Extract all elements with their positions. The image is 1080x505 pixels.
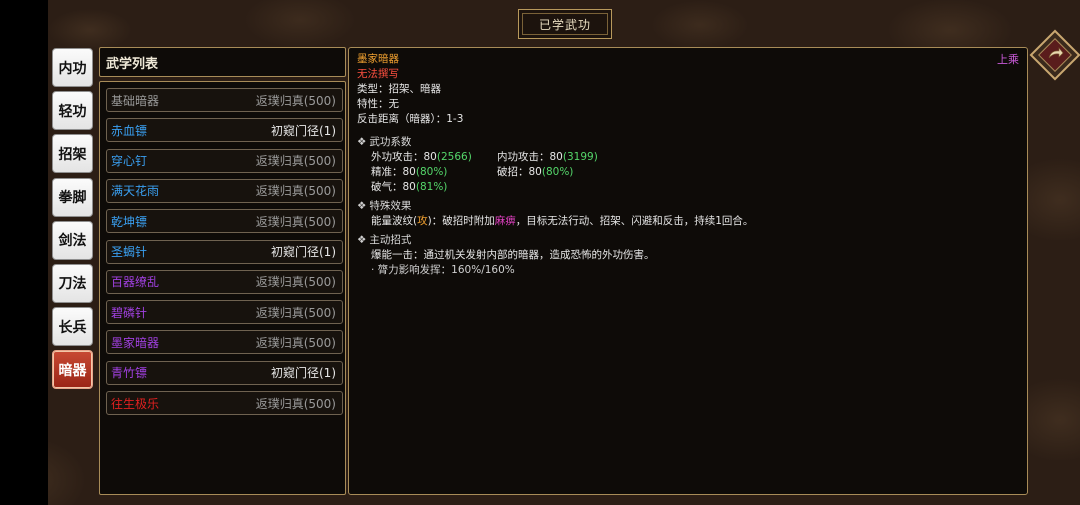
skill-list-title: 武学列表 [106,56,159,72]
skill-name: 满天花雨 [111,184,160,199]
active-description: 爆能一击：通过机关发射内部的暗器，造成恐怖的外功伤害。 [371,249,655,261]
skill-level: 初窥门径(1) [271,123,336,138]
skill-level: 初窥门径(1) [271,245,336,259]
skill-list-header: 武学列表 [99,47,346,77]
tab-6[interactable]: 长兵 [52,307,93,347]
skill-name: 基础暗器 [111,93,160,108]
skill-row[interactable]: 乾坤镖 返璞归真(500) [106,209,343,234]
skill-row[interactable]: 百器缭乱 返璞归真(500) [106,269,343,294]
skill-detail-panel: 上乘 墨家暗器 无法撰写 类型：招架、暗器 特性：无 反击距离（暗器）：1-3 … [348,47,1028,495]
coef-item: 内功攻击：80(3199) [497,151,598,163]
diamond-icon: ❖ [357,136,367,148]
skill-trait: 特性：无 [357,98,399,110]
skill-level: 初窥门径(1) [271,366,336,381]
skill-row[interactable]: 赤血镖 初窥门径(1) [106,118,343,143]
window-title-text: 已学武功 [538,17,591,32]
tab-1[interactable]: 轻功 [52,91,93,131]
skill-row[interactable]: 墨家暗器 返璞归真(500) [106,330,343,355]
tab-2[interactable]: 招架 [52,134,93,174]
left-edge [0,0,48,505]
skill-row[interactable]: 往生极乐 返璞归真(500) [106,391,343,415]
skill-name: 青竹镖 [111,366,148,381]
skill-note: 无法撰写 [357,68,399,80]
tab-0[interactable]: 内功 [52,48,93,87]
grade-label[interactable]: 上乘 [997,52,1019,67]
diamond-icon: ❖ [357,234,367,246]
active-title: 主动招式 [369,234,412,246]
skill-name: 圣蝎针 [111,245,148,259]
skill-level: 返璞归真(500) [255,335,336,350]
skill-name: 墨家暗器 [357,53,399,65]
coef-item: 破气：80(81%) [371,181,448,193]
special-title: 特殊效果 [369,200,412,212]
skill-name: 乾坤镖 [111,214,148,229]
diamond-icon: ❖ [357,200,367,212]
skill-name: 往生极乐 [111,396,160,411]
coef-item: 破招：80(80%) [497,166,574,178]
skill-row[interactable]: 穿心钉 返璞归真(500) [106,148,343,173]
tab-7[interactable]: 暗器 [52,350,93,390]
skill-name: 墨家暗器 [111,335,160,350]
coef-item: 外功攻击：80(2566) [371,151,472,163]
skill-level: 返璞归真(500) [255,305,336,320]
active-section: ❖ 主动招式 [357,233,1019,248]
tab-3[interactable]: 拳脚 [52,177,93,217]
skill-level: 返璞归真(500) [255,214,336,229]
return-arrow-icon[interactable] [1041,41,1069,69]
tab-4[interactable]: 剑法 [52,220,93,260]
skill-row[interactable]: 满天花雨 返璞归真(500) [106,178,343,203]
coef-grid: 外功攻击：80(2566) 内功攻击：80(3199) 精准：80(80%) 破… [357,150,1019,195]
skill-level: 返璞归真(500) [255,93,336,108]
skill-name: 碧磷针 [111,305,148,320]
skill-name: 穿心钉 [111,154,148,169]
skill-level: 返璞归真(500) [255,396,336,411]
active-scaling: · 膂力影响发挥：160%/160% [371,264,515,276]
skill-row[interactable]: 圣蝎针 初窥门径(1) [106,239,343,264]
skill-type: 类型：招架、暗器 [357,83,441,95]
skill-level: 返璞归真(500) [255,154,336,169]
skill-level: 返璞归真(500) [255,184,336,199]
special-section: ❖ 特殊效果 [357,199,1019,214]
skill-name: 赤血镖 [111,123,148,138]
coef-item: 精准：80(80%) [371,166,448,178]
skill-level: 返璞归真(500) [255,275,336,290]
skill-row[interactable]: 碧磷针 返璞归真(500) [106,300,343,325]
skill-name: 百器缭乱 [111,275,160,290]
category-tabs: 内功轻功 招架 拳脚 剑法 刀法 长兵 暗器 [52,48,95,394]
coef-section: ❖ 武功系数 [357,135,1019,150]
special-effect: 能量波纹(攻)：破招时附加麻痹，目标无法行动、招架、闪避和反击，持续1回合。 [371,215,754,227]
skill-row[interactable]: 青竹镖 初窥门径(1) [106,360,343,385]
window-title: 已学武功 [518,9,612,39]
coef-title: 武功系数 [369,136,412,148]
skill-range: 反击距离（暗器）：1-3 [357,113,464,125]
tab-5[interactable]: 刀法 [52,263,93,303]
skill-row[interactable]: 基础暗器 返璞归真(500) [106,88,343,112]
